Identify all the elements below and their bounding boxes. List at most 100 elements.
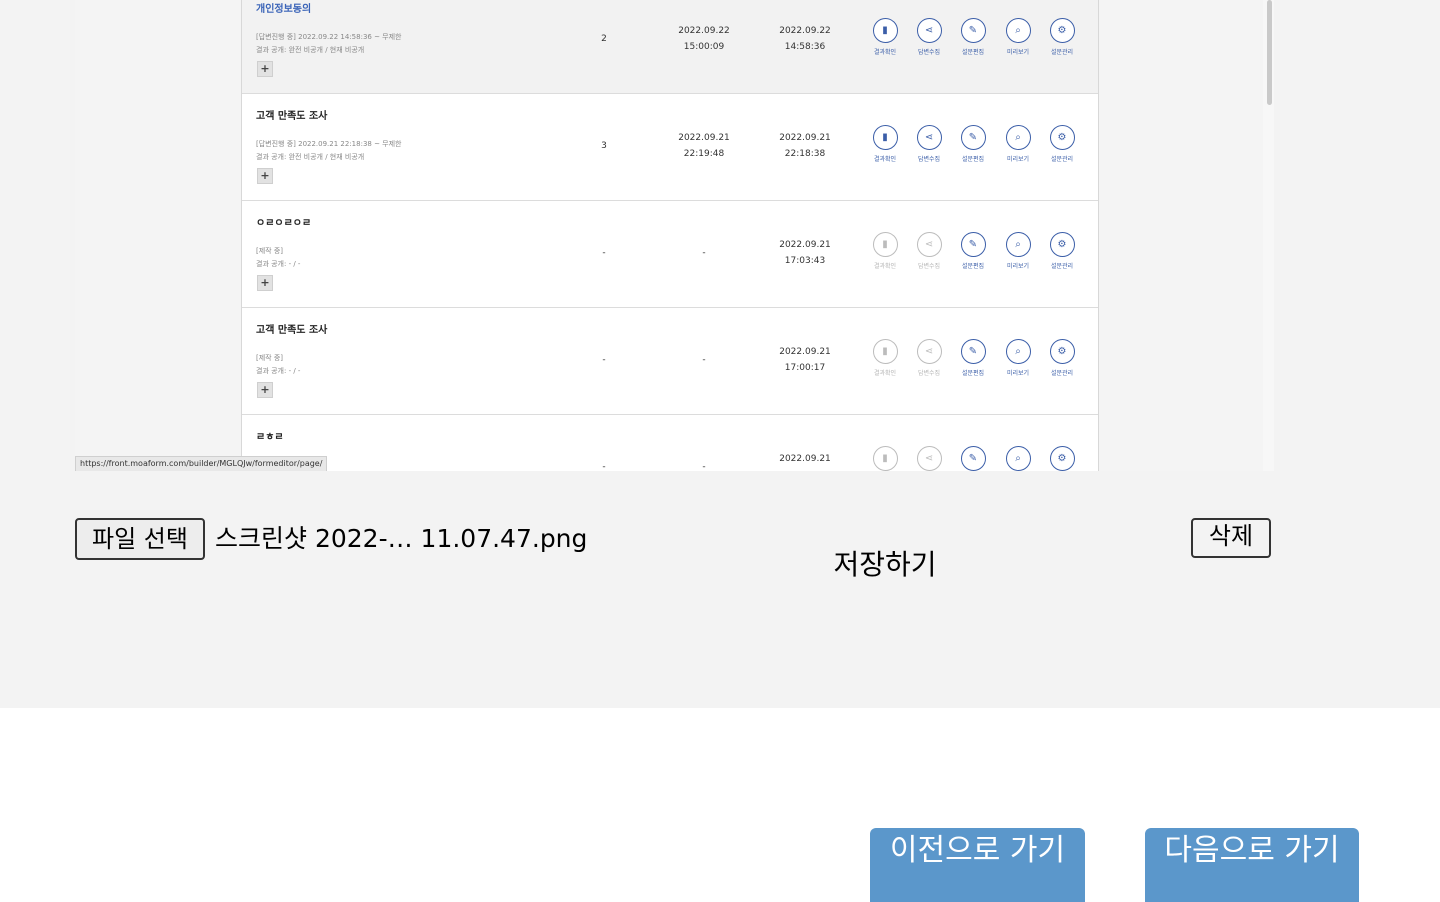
next-button[interactable]: 다음으로 가기 xyxy=(1145,828,1359,902)
gear-icon: ⚙ xyxy=(1049,339,1075,364)
collect-action: ⋖ 답변수집 xyxy=(909,339,949,377)
expand-button: + xyxy=(257,61,273,77)
response-count: - xyxy=(602,355,606,365)
survey-row: ㄹㅎㄹ - - 2022.09.21 ▮ ⋖ ✎ ⌕ ⚙ xyxy=(242,414,1098,471)
pencil-icon: ✎ xyxy=(960,339,986,364)
share-icon: ⋖ xyxy=(916,232,942,257)
gear-icon: ⚙ xyxy=(1049,232,1075,257)
result-action: ▮ xyxy=(865,446,905,471)
pencil-icon: ✎ xyxy=(960,125,986,150)
expand-button: + xyxy=(257,382,273,398)
bar-chart-icon: ▮ xyxy=(872,232,898,257)
date: - xyxy=(702,355,706,365)
result-action: ▮ 결과확인 xyxy=(865,232,905,270)
save-button[interactable]: 저장하기 xyxy=(820,545,950,585)
preview-action: ⌕ 미리보기 xyxy=(998,125,1038,163)
survey-title: ㄹㅎㄹ xyxy=(256,432,284,443)
manage-action: ⚙ 설문관리 xyxy=(1042,232,1082,270)
previous-button[interactable]: 이전으로 가기 xyxy=(870,828,1085,902)
survey-row: 개인정보동의 [답변진행 중] 2022.09.22 14:58:36 ~ 무제… xyxy=(242,0,1098,94)
created-date: 2022.09.22 14:58:36 xyxy=(765,23,845,55)
time: 17:03:43 xyxy=(784,256,826,266)
time: 17:00:17 xyxy=(784,363,826,373)
date: 2022.09.21 xyxy=(779,133,831,143)
bar-chart-icon: ▮ xyxy=(872,18,898,43)
bar-chart-icon: ▮ xyxy=(872,446,898,471)
preview-action: ⌕ 미리보기 xyxy=(998,339,1038,377)
response-count: 2 xyxy=(601,34,607,44)
manage-action: ⚙ 설문관리 xyxy=(1042,125,1082,163)
expand-button: + xyxy=(257,275,273,291)
date: - xyxy=(702,462,706,471)
date: 2022.09.22 xyxy=(678,26,730,36)
last-response-date: 2022.09.22 15:00:09 xyxy=(664,23,744,55)
survey-list-table: 개인정보동의 [답변진행 중] 2022.09.22 14:58:36 ~ 무제… xyxy=(241,0,1099,471)
magnifier-icon: ⌕ xyxy=(1005,339,1031,364)
created-date: 2022.09.21 22:18:38 xyxy=(765,130,845,162)
share-icon: ⋖ xyxy=(916,446,942,471)
last-response-date: - xyxy=(664,352,744,368)
created-date: 2022.09.21 xyxy=(765,451,845,467)
expand-button: + xyxy=(257,168,273,184)
time: 14:58:36 xyxy=(784,42,826,52)
preview-action: ⌕ 미리보기 xyxy=(998,232,1038,270)
date: 2022.09.21 xyxy=(779,454,831,464)
pencil-icon: ✎ xyxy=(960,232,986,257)
result-action: ▮ 결과확인 xyxy=(865,18,905,56)
survey-status: [답변진행 중] 2022.09.21 22:18:38 ~ 무제한 xyxy=(256,140,402,148)
share-icon: ⋖ xyxy=(916,125,942,150)
collect-action: ⋖ 답변수집 xyxy=(909,125,949,163)
gear-icon: ⚙ xyxy=(1049,18,1075,43)
result-action: ▮ 결과확인 xyxy=(865,339,905,377)
manage-action: ⚙ 설문관리 xyxy=(1042,339,1082,377)
gear-icon: ⚙ xyxy=(1049,125,1075,150)
survey-row: 고객 만족도 조사 [제작 중] 결과 공개: - / - + - - 2022… xyxy=(242,307,1098,415)
survey-result-visibility: 결과 공개: 완전 비공개 / 현재 비공개 xyxy=(256,153,365,161)
magnifier-icon: ⌕ xyxy=(1005,125,1031,150)
edit-action: ✎ 설문편집 xyxy=(953,339,993,377)
pencil-icon: ✎ xyxy=(960,18,986,43)
survey-row: 고객 만족도 조사 [답변진행 중] 2022.09.21 22:18:38 ~… xyxy=(242,93,1098,201)
response-count: 3 xyxy=(601,141,607,151)
edit-action: ✎ 설문편집 xyxy=(953,18,993,56)
created-date: 2022.09.21 17:00:17 xyxy=(765,344,845,376)
date: 2022.09.21 xyxy=(779,240,831,250)
last-response-date: - xyxy=(664,245,744,261)
edit-action: ✎ 설문편집 xyxy=(953,125,993,163)
time: 22:19:48 xyxy=(683,149,725,159)
response-count: - xyxy=(602,248,606,258)
response-count: - xyxy=(602,462,606,471)
survey-title: ㅇㄹㅇㄹㅇㄹ xyxy=(256,218,312,229)
time: 22:18:38 xyxy=(784,149,826,159)
screenshot-preview: 개인정보동의 [답변진행 중] 2022.09.22 14:58:36 ~ 무제… xyxy=(75,0,1274,471)
magnifier-icon: ⌕ xyxy=(1005,446,1031,471)
date: 2022.09.21 xyxy=(678,133,730,143)
survey-status: [답변진행 중] 2022.09.22 14:58:36 ~ 무제한 xyxy=(256,33,402,41)
date: - xyxy=(702,248,706,258)
survey-title: 개인정보동의 xyxy=(256,4,312,15)
magnifier-icon: ⌕ xyxy=(1005,232,1031,257)
bar-chart-icon: ▮ xyxy=(872,125,898,150)
file-select-button[interactable]: 파일 선택 xyxy=(75,518,205,560)
edit-action: ✎ xyxy=(953,446,993,471)
manage-action: ⚙ 설문관리 xyxy=(1042,18,1082,56)
survey-status: [제작 중] xyxy=(256,354,284,362)
collect-action: ⋖ xyxy=(909,446,949,471)
delete-button[interactable]: 삭제 xyxy=(1191,518,1271,558)
gear-icon: ⚙ xyxy=(1049,446,1075,471)
survey-result-visibility: 결과 공개: - / - xyxy=(256,260,301,268)
pencil-icon: ✎ xyxy=(960,446,986,471)
preview-action: ⌕ xyxy=(998,446,1038,471)
share-icon: ⋖ xyxy=(916,339,942,364)
preview-scrollbar-thumb xyxy=(1267,0,1272,105)
created-date: 2022.09.21 17:03:43 xyxy=(765,237,845,269)
survey-title: 고객 만족도 조사 xyxy=(256,325,328,336)
survey-row: ㅇㄹㅇㄹㅇㄹ [제작 중] 결과 공개: - / - + - - 2022.09… xyxy=(242,200,1098,308)
preview-action: ⌕ 미리보기 xyxy=(998,18,1038,56)
edit-action: ✎ 설문편집 xyxy=(953,232,993,270)
last-response-date: 2022.09.21 22:19:48 xyxy=(664,130,744,162)
time: 15:00:09 xyxy=(683,42,725,52)
survey-result-visibility: 결과 공개: - / - xyxy=(256,367,301,375)
selected-file-name: 스크린샷 2022-… 11.07.47.png xyxy=(215,524,588,553)
collect-action: ⋖ 답변수집 xyxy=(909,18,949,56)
